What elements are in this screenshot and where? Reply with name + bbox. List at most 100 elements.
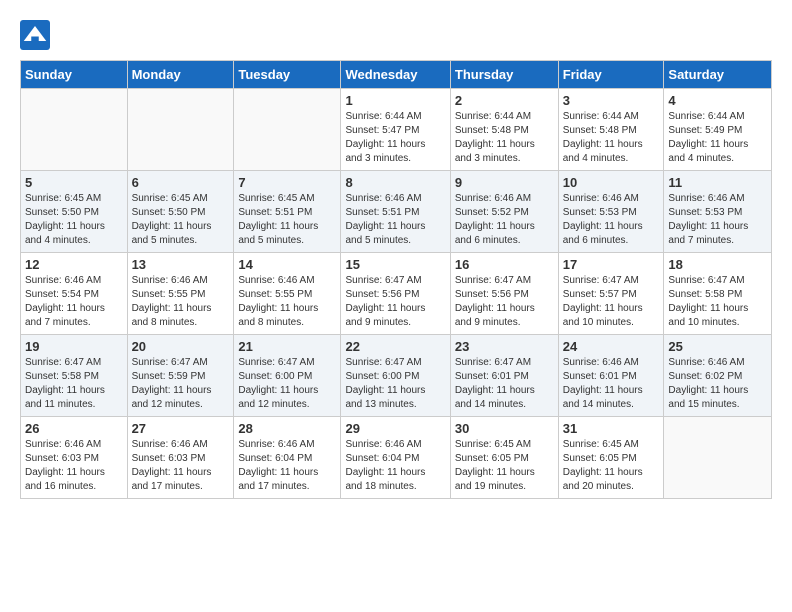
calendar-cell: 6 Sunrise: 6:45 AM Sunset: 5:50 PM Daylig… xyxy=(127,171,234,253)
calendar-cell: 25 Sunrise: 6:46 AM Sunset: 6:02 PM Dayli… xyxy=(664,335,772,417)
calendar-week-row: 19 Sunrise: 6:47 AM Sunset: 5:58 PM Dayli… xyxy=(21,335,772,417)
cell-content: Sunrise: 6:45 AM Sunset: 5:50 PM Dayligh… xyxy=(132,192,230,248)
cell-content: Sunrise: 6:46 AM Sunset: 6:03 PM Dayligh… xyxy=(132,438,230,494)
day-number: 9 xyxy=(455,175,554,190)
day-number: 15 xyxy=(345,257,445,272)
calendar-cell: 28 Sunrise: 6:46 AM Sunset: 6:04 PM Dayli… xyxy=(234,417,341,499)
cell-content: Sunrise: 6:47 AM Sunset: 5:57 PM Dayligh… xyxy=(563,274,660,330)
day-number: 1 xyxy=(345,93,445,108)
cell-content: Sunrise: 6:46 AM Sunset: 6:02 PM Dayligh… xyxy=(668,356,767,412)
weekday-header: Sunday xyxy=(21,61,128,89)
day-number: 13 xyxy=(132,257,230,272)
weekday-header: Saturday xyxy=(664,61,772,89)
day-number: 29 xyxy=(345,421,445,436)
calendar-cell: 12 Sunrise: 6:46 AM Sunset: 5:54 PM Dayli… xyxy=(21,253,128,335)
cell-content: Sunrise: 6:45 AM Sunset: 5:50 PM Dayligh… xyxy=(25,192,123,248)
weekday-header: Monday xyxy=(127,61,234,89)
day-number: 3 xyxy=(563,93,660,108)
calendar-cell: 22 Sunrise: 6:47 AM Sunset: 6:00 PM Dayli… xyxy=(341,335,450,417)
day-number: 28 xyxy=(238,421,336,436)
day-number: 24 xyxy=(563,339,660,354)
calendar-cell: 30 Sunrise: 6:45 AM Sunset: 6:05 PM Dayli… xyxy=(450,417,558,499)
weekday-header: Thursday xyxy=(450,61,558,89)
calendar-cell: 26 Sunrise: 6:46 AM Sunset: 6:03 PM Dayli… xyxy=(21,417,128,499)
day-number: 18 xyxy=(668,257,767,272)
day-number: 21 xyxy=(238,339,336,354)
cell-content: Sunrise: 6:46 AM Sunset: 6:04 PM Dayligh… xyxy=(238,438,336,494)
weekday-header: Friday xyxy=(558,61,664,89)
logo xyxy=(20,20,54,50)
cell-content: Sunrise: 6:47 AM Sunset: 5:56 PM Dayligh… xyxy=(345,274,445,330)
cell-content: Sunrise: 6:46 AM Sunset: 5:52 PM Dayligh… xyxy=(455,192,554,248)
calendar-cell: 18 Sunrise: 6:47 AM Sunset: 5:58 PM Dayli… xyxy=(664,253,772,335)
calendar-week-row: 12 Sunrise: 6:46 AM Sunset: 5:54 PM Dayli… xyxy=(21,253,772,335)
calendar-cell: 14Sunrise: 6:46 AM Sunset: 5:55 PM Dayli… xyxy=(234,253,341,335)
day-number: 11 xyxy=(668,175,767,190)
calendar-cell xyxy=(664,417,772,499)
day-number: 12 xyxy=(25,257,123,272)
cell-content: Sunrise: 6:44 AM Sunset: 5:49 PM Dayligh… xyxy=(668,110,767,166)
calendar-cell: 11 Sunrise: 6:46 AM Sunset: 5:53 PM Dayli… xyxy=(664,171,772,253)
calendar-cell: 4 Sunrise: 6:44 AM Sunset: 5:49 PM Daylig… xyxy=(664,89,772,171)
calendar-header-row: SundayMondayTuesdayWednesdayThursdayFrid… xyxy=(21,61,772,89)
calendar-cell: 23 Sunrise: 6:47 AM Sunset: 6:01 PM Dayli… xyxy=(450,335,558,417)
cell-content: Sunrise: 6:47 AM Sunset: 5:58 PM Dayligh… xyxy=(668,274,767,330)
calendar-cell: 15 Sunrise: 6:47 AM Sunset: 5:56 PM Dayli… xyxy=(341,253,450,335)
day-number: 6 xyxy=(132,175,230,190)
cell-content: Sunrise: 6:47 AM Sunset: 6:01 PM Dayligh… xyxy=(455,356,554,412)
day-number: 26 xyxy=(25,421,123,436)
calendar-cell: 29 Sunrise: 6:46 AM Sunset: 6:04 PM Dayli… xyxy=(341,417,450,499)
calendar-cell: 20Sunrise: 6:47 AM Sunset: 5:59 PM Dayli… xyxy=(127,335,234,417)
calendar-cell: 21 Sunrise: 6:47 AM Sunset: 6:00 PM Dayli… xyxy=(234,335,341,417)
cell-content: Sunrise: 6:47 AM Sunset: 5:56 PM Dayligh… xyxy=(455,274,554,330)
day-number: 17 xyxy=(563,257,660,272)
day-number: 19 xyxy=(25,339,123,354)
day-number: 25 xyxy=(668,339,767,354)
cell-content: Sunrise: 6:46 AM Sunset: 5:53 PM Dayligh… xyxy=(668,192,767,248)
calendar-cell: 8Sunrise: 6:46 AM Sunset: 5:51 PM Daylig… xyxy=(341,171,450,253)
cell-content: Sunrise: 6:47 AM Sunset: 6:00 PM Dayligh… xyxy=(238,356,336,412)
day-number: 27 xyxy=(132,421,230,436)
weekday-header: Wednesday xyxy=(341,61,450,89)
calendar-cell: 9 Sunrise: 6:46 AM Sunset: 5:52 PM Daylig… xyxy=(450,171,558,253)
calendar-week-row: 5 Sunrise: 6:45 AM Sunset: 5:50 PM Daylig… xyxy=(21,171,772,253)
cell-content: Sunrise: 6:47 AM Sunset: 5:58 PM Dayligh… xyxy=(25,356,123,412)
cell-content: Sunrise: 6:46 AM Sunset: 5:51 PM Dayligh… xyxy=(345,192,445,248)
calendar-cell xyxy=(127,89,234,171)
cell-content: Sunrise: 6:44 AM Sunset: 5:48 PM Dayligh… xyxy=(455,110,554,166)
day-number: 7 xyxy=(238,175,336,190)
calendar-cell: 13 Sunrise: 6:46 AM Sunset: 5:55 PM Dayli… xyxy=(127,253,234,335)
cell-content: Sunrise: 6:46 AM Sunset: 6:03 PM Dayligh… xyxy=(25,438,123,494)
day-number: 23 xyxy=(455,339,554,354)
day-number: 2 xyxy=(455,93,554,108)
cell-content: Sunrise: 6:46 AM Sunset: 6:04 PM Dayligh… xyxy=(345,438,445,494)
calendar-table: SundayMondayTuesdayWednesdayThursdayFrid… xyxy=(20,60,772,499)
logo-icon xyxy=(20,20,50,50)
calendar-week-row: 1Sunrise: 6:44 AM Sunset: 5:47 PM Daylig… xyxy=(21,89,772,171)
calendar-week-row: 26 Sunrise: 6:46 AM Sunset: 6:03 PM Dayli… xyxy=(21,417,772,499)
calendar-cell: 5 Sunrise: 6:45 AM Sunset: 5:50 PM Daylig… xyxy=(21,171,128,253)
day-number: 30 xyxy=(455,421,554,436)
calendar-cell: 24Sunrise: 6:46 AM Sunset: 6:01 PM Dayli… xyxy=(558,335,664,417)
calendar-cell xyxy=(21,89,128,171)
calendar-cell: 27 Sunrise: 6:46 AM Sunset: 6:03 PM Dayli… xyxy=(127,417,234,499)
calendar-cell: 2 Sunrise: 6:44 AM Sunset: 5:48 PM Daylig… xyxy=(450,89,558,171)
day-number: 16 xyxy=(455,257,554,272)
cell-content: Sunrise: 6:47 AM Sunset: 6:00 PM Dayligh… xyxy=(345,356,445,412)
calendar-cell: 7Sunrise: 6:45 AM Sunset: 5:51 PM Daylig… xyxy=(234,171,341,253)
cell-content: Sunrise: 6:47 AM Sunset: 5:59 PM Dayligh… xyxy=(132,356,230,412)
day-number: 31 xyxy=(563,421,660,436)
page-header xyxy=(20,20,772,50)
cell-content: Sunrise: 6:46 AM Sunset: 5:55 PM Dayligh… xyxy=(132,274,230,330)
calendar-cell: 10Sunrise: 6:46 AM Sunset: 5:53 PM Dayli… xyxy=(558,171,664,253)
cell-content: Sunrise: 6:46 AM Sunset: 5:54 PM Dayligh… xyxy=(25,274,123,330)
cell-content: Sunrise: 6:45 AM Sunset: 6:05 PM Dayligh… xyxy=(455,438,554,494)
cell-content: Sunrise: 6:44 AM Sunset: 5:48 PM Dayligh… xyxy=(563,110,660,166)
day-number: 4 xyxy=(668,93,767,108)
cell-content: Sunrise: 6:45 AM Sunset: 6:05 PM Dayligh… xyxy=(563,438,660,494)
calendar-cell xyxy=(234,89,341,171)
calendar-cell: 31 Sunrise: 6:45 AM Sunset: 6:05 PM Dayli… xyxy=(558,417,664,499)
day-number: 5 xyxy=(25,175,123,190)
calendar-cell: 19 Sunrise: 6:47 AM Sunset: 5:58 PM Dayli… xyxy=(21,335,128,417)
day-number: 22 xyxy=(345,339,445,354)
